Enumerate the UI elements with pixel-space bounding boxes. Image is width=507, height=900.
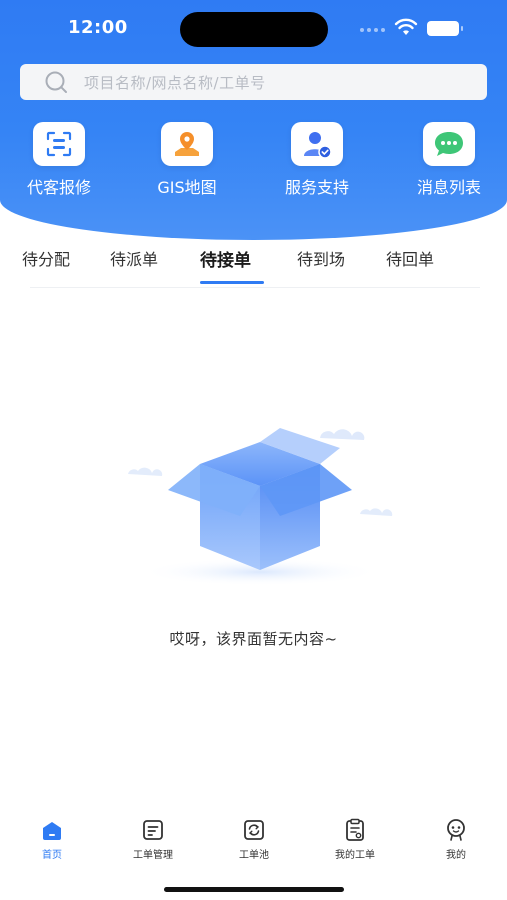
status-time: 12:00	[68, 17, 128, 38]
bottom-nav: 首页 工单管理 工单池 我的工单 我的	[0, 818, 507, 868]
quick-action-repair[interactable]: 代客报修	[4, 122, 114, 198]
nav-my-work-orders[interactable]: 我的工单	[310, 818, 400, 861]
map-pin-icon	[161, 122, 213, 166]
status-tabs: 待分配 待派单 待接单 待到场 待回单	[0, 240, 507, 286]
quick-action-label: 代客报修	[26, 178, 91, 197]
nav-label: 我的	[446, 850, 466, 861]
search-bar[interactable]: 项目名称/网点名称/工单号	[20, 64, 487, 100]
tab-pending-assign[interactable]: 待分配	[22, 246, 70, 270]
quick-action-label: 消息列表	[416, 178, 481, 197]
battery-icon	[427, 21, 463, 36]
tab-pending-return[interactable]: 待回单	[386, 246, 434, 270]
quick-action-gis-map[interactable]: GIS地图	[132, 122, 242, 198]
chat-bubble-icon	[423, 122, 475, 166]
tab-pending-dispatch[interactable]: 待派单	[110, 246, 158, 270]
quick-action-messages[interactable]: 消息列表	[394, 122, 504, 198]
active-tab-indicator	[200, 281, 264, 284]
nav-label: 工单管理	[133, 850, 173, 861]
quick-action-label: GIS地图	[157, 178, 217, 197]
empty-state-message: 哎呀，该界面暂无内容~	[169, 630, 338, 648]
nav-label: 首页	[42, 850, 62, 861]
tab-pending-arrival[interactable]: 待到场	[297, 246, 345, 270]
nav-label: 我的工单	[335, 850, 375, 861]
nav-profile[interactable]: 我的	[411, 818, 501, 861]
home-indicator	[164, 887, 344, 892]
empty-box-icon	[128, 428, 393, 586]
refresh-box-icon	[241, 818, 267, 842]
nav-label: 工单池	[239, 850, 269, 861]
search-input[interactable]: 项目名称/网点名称/工单号	[84, 72, 266, 93]
status-bar: 12:00	[0, 0, 507, 58]
nav-work-order-pool[interactable]: 工单池	[209, 818, 299, 861]
quick-action-service-support[interactable]: 服务支持	[262, 122, 372, 198]
document-icon	[140, 818, 166, 842]
home-icon	[39, 818, 65, 842]
tabs-divider	[30, 287, 480, 288]
face-icon	[443, 818, 469, 842]
nav-work-order-management[interactable]: 工单管理	[108, 818, 198, 861]
dynamic-island	[180, 12, 328, 47]
tab-pending-accept[interactable]: 待接单	[200, 246, 251, 271]
support-user-icon	[291, 122, 343, 166]
quick-action-label: 服务支持	[284, 178, 349, 197]
scan-icon	[33, 122, 85, 166]
cellular-signal-icon	[360, 28, 385, 32]
clipboard-icon	[342, 818, 368, 842]
nav-home[interactable]: 首页	[7, 818, 97, 861]
wifi-icon	[394, 18, 418, 35]
search-icon	[45, 71, 67, 93]
